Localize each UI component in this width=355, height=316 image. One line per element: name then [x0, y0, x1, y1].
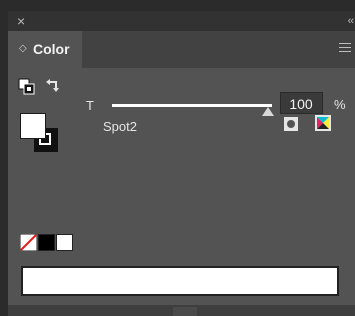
- white-swatch[interactable]: [56, 234, 73, 251]
- none-swatch[interactable]: [20, 234, 37, 251]
- add-swatch-icon[interactable]: [284, 117, 298, 131]
- fill-swatch[interactable]: [20, 113, 46, 139]
- tab-label: Color: [33, 41, 70, 57]
- tint-value-field[interactable]: 100: [280, 92, 323, 114]
- default-fill-stroke-icon[interactable]: [18, 78, 36, 96]
- panel-title-bar: × ‹‹: [8, 11, 355, 31]
- swap-fill-stroke-icon[interactable]: [45, 77, 63, 95]
- tint-slider[interactable]: [112, 104, 272, 107]
- tint-label: T: [86, 98, 94, 113]
- resize-grip[interactable]: [173, 307, 197, 316]
- tab-color[interactable]: ◇ Color: [8, 31, 82, 68]
- swatch-name: Spot2: [103, 119, 137, 134]
- color-ramp[interactable]: [21, 266, 339, 296]
- fill-stroke-swatches: [20, 113, 66, 155]
- tint-slider-handle[interactable]: [262, 107, 274, 116]
- close-icon[interactable]: ×: [17, 13, 25, 29]
- tab-toggle-icon[interactable]: ◇: [19, 43, 27, 55]
- tab-row: ◇ Color: [8, 31, 355, 68]
- quick-swatches: [20, 234, 74, 251]
- collapse-icon[interactable]: ‹‹: [348, 13, 354, 29]
- hamburger-menu-icon[interactable]: [339, 43, 351, 53]
- black-swatch[interactable]: [38, 234, 55, 251]
- color-panel: × ‹‹ ◇ Color T 100 % Spot2: [8, 11, 355, 316]
- tint-value[interactable]: 100: [281, 96, 321, 112]
- spectrum-icon[interactable]: [315, 115, 331, 131]
- percent-sign: %: [334, 97, 346, 112]
